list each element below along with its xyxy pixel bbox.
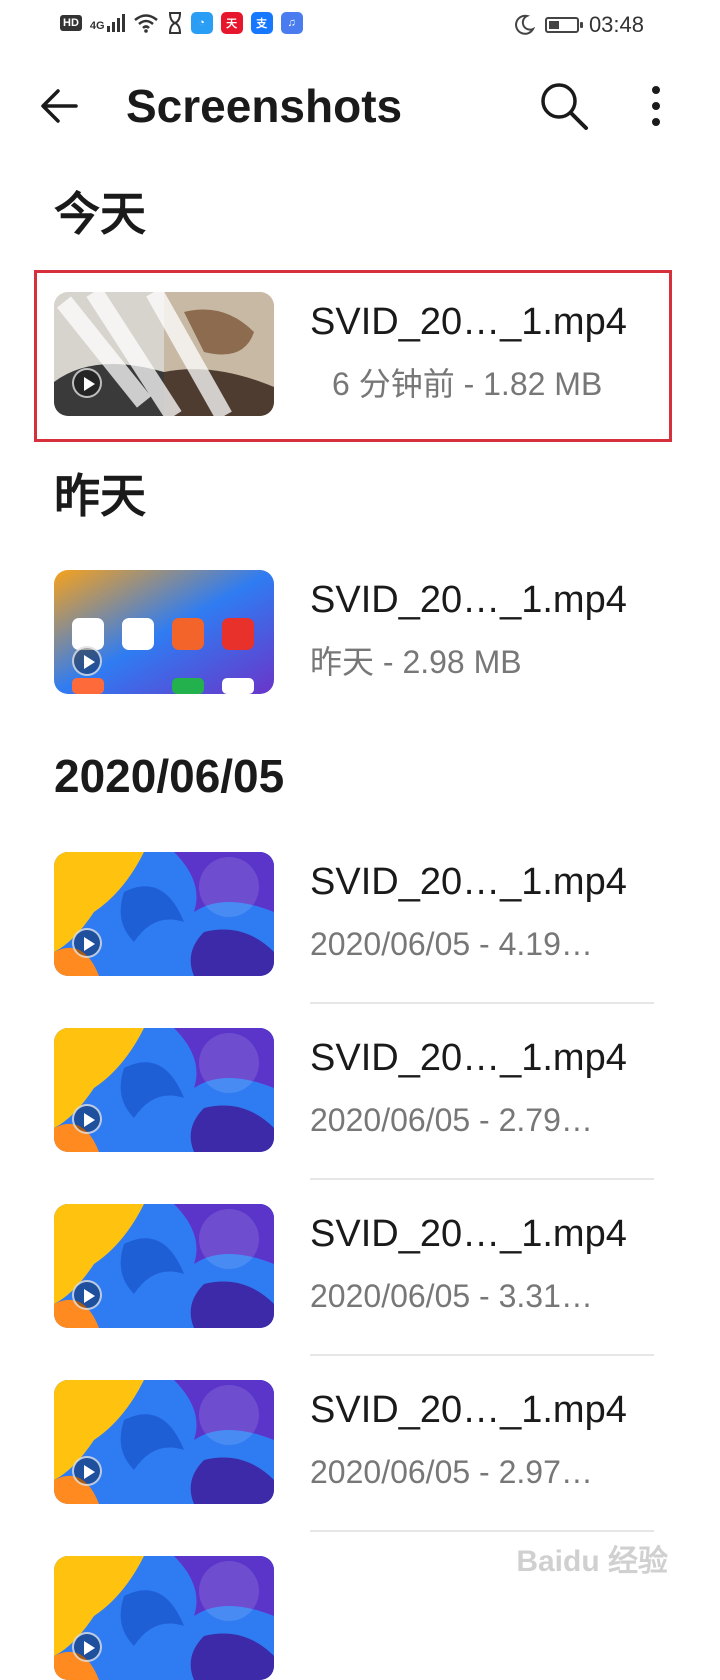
page-title: Screenshots xyxy=(126,80,403,132)
toolbar: Screenshots xyxy=(0,60,720,152)
back-arrow-icon[interactable] xyxy=(36,80,88,132)
network-type: 4G xyxy=(89,20,105,32)
video-thumbnail xyxy=(54,292,274,416)
list-item[interactable]: SVID_20…_1.mp4 6 分钟前 - 1.82 MB xyxy=(40,274,670,416)
status-right: 03:48 xyxy=(513,12,644,38)
play-icon xyxy=(72,1456,102,1486)
signal-bars xyxy=(106,14,125,32)
list-item[interactable]: SVID_20…_1.mp4 2020/06/05 - 4.19… xyxy=(40,834,670,976)
file-name: SVID_20…_1.mp4 xyxy=(310,1037,627,1079)
play-icon xyxy=(72,646,102,676)
divider xyxy=(310,1530,654,1532)
tmall-icon: 天 xyxy=(220,12,243,34)
file-name: SVID_20…_1.mp4 xyxy=(310,1389,627,1431)
file-name: SVID_20…_1.mp4 xyxy=(310,861,627,903)
divider xyxy=(310,1178,654,1180)
status-bar: HD 4G ◔ 天支 ♫ 03:48 xyxy=(0,0,720,52)
moon-icon xyxy=(515,14,535,35)
play-icon xyxy=(72,928,102,958)
hd-badge: HD xyxy=(60,15,82,31)
section-title-today: 今天 xyxy=(54,188,146,240)
play-icon xyxy=(72,1632,102,1662)
cellular-signal-icon: 4G xyxy=(90,14,125,32)
divider xyxy=(310,1002,654,1004)
status-left: HD 4G ◔ 天支 ♫ xyxy=(60,12,303,34)
video-thumbnail xyxy=(54,852,274,976)
clock: 03:48 xyxy=(588,12,644,37)
video-thumbnail xyxy=(54,570,274,694)
file-name: SVID_20…_1.mp4 xyxy=(310,301,627,343)
play-icon xyxy=(72,1104,102,1134)
file-meta: 6 分钟前 - 1.82 MB xyxy=(332,366,603,402)
play-icon xyxy=(72,368,102,398)
section-title-yesterday: 昨天 xyxy=(54,470,146,522)
video-thumbnail xyxy=(54,1556,274,1680)
hourglass-icon xyxy=(168,12,181,34)
file-meta: 2020/06/05 - 2.79… xyxy=(310,1102,593,1138)
watermark: Baidu 经验 xyxy=(516,1545,668,1578)
battery-level xyxy=(548,21,559,29)
search-icon[interactable] xyxy=(536,78,592,134)
wifi-icon xyxy=(133,14,158,33)
video-thumbnail xyxy=(54,1380,274,1504)
battery-icon xyxy=(544,17,583,33)
list-item[interactable]: SVID_20…_1.mp4 2020/06/05 - 3.31… xyxy=(40,1186,670,1328)
music-icon: ♫ xyxy=(280,12,303,34)
play-icon xyxy=(72,1280,102,1310)
notification-app-icons: ◔ 天支 ♫ xyxy=(190,12,303,34)
file-meta: 2020/06/05 - 2.97… xyxy=(310,1454,593,1490)
list-item[interactable]: SVID_20…_1.mp4 昨天 - 2.98 MB xyxy=(40,552,670,694)
divider xyxy=(310,1354,654,1356)
qq-browser-icon: ◔ xyxy=(190,12,213,34)
more-options-icon[interactable] xyxy=(640,78,672,134)
file-name: SVID_20…_1.mp4 xyxy=(310,579,627,621)
video-thumbnail xyxy=(54,1028,274,1152)
file-name: SVID_20…_1.mp4 xyxy=(310,1213,627,1255)
list-item[interactable]: SVID_20…_1.mp4 2020/06/05 - 2.97… xyxy=(40,1362,670,1504)
alipay-icon: 支 xyxy=(250,12,273,34)
file-meta: 2020/06/05 - 4.19… xyxy=(310,926,593,962)
section-title-date: 2020/06/05 xyxy=(54,750,285,802)
file-meta: 2020/06/05 - 3.31… xyxy=(310,1278,593,1314)
list-item[interactable]: SVID_20…_1.mp4 2020/06/05 - 2.79… xyxy=(40,1010,670,1152)
video-thumbnail xyxy=(54,1204,274,1328)
file-meta: 昨天 - 2.98 MB xyxy=(310,644,522,680)
